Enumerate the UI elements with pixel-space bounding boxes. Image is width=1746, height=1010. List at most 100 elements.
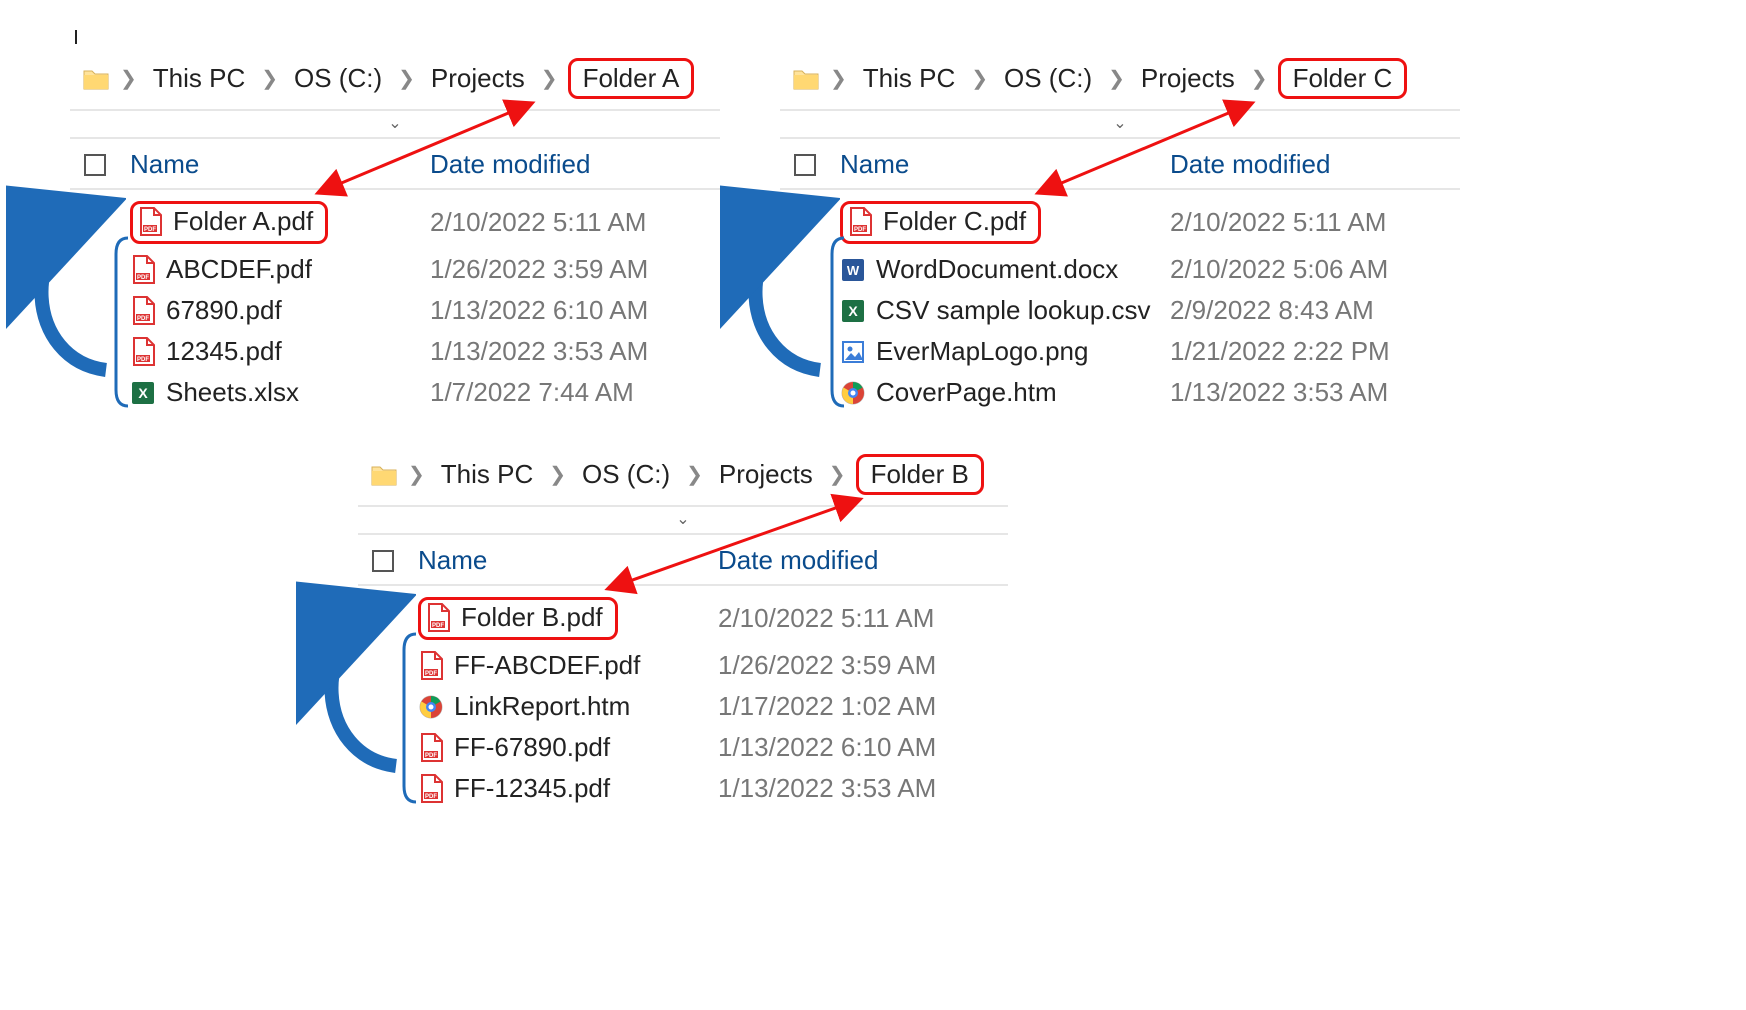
file-date: 1/7/2022 7:44 AM — [430, 377, 710, 408]
breadcrumb[interactable]: ❯ This PC ❯ OS (C:) ❯ Projects ❯ Folder … — [70, 48, 720, 111]
chevron-right-icon: ❯ — [398, 66, 415, 91]
file-row[interactable]: PDFFolder C.pdf2/10/2022 5:11 AM — [780, 196, 1460, 249]
chevron-right-icon: ❯ — [686, 462, 703, 487]
file-name: WordDocument.docx — [876, 254, 1118, 285]
pdf-file-icon: PDF — [847, 207, 873, 237]
crumb-projects[interactable]: Projects — [425, 59, 531, 98]
highlighted-output-file: PDFFolder B.pdf — [418, 597, 618, 640]
chevron-right-icon: ❯ — [829, 462, 846, 487]
svg-text:X: X — [138, 385, 148, 401]
svg-text:PDF: PDF — [425, 671, 437, 677]
file-row[interactable]: PDFFF-12345.pdf1/13/2022 3:53 AM — [358, 768, 1008, 809]
svg-text:PDF: PDF — [854, 227, 866, 233]
crumb-this-pc[interactable]: This PC — [435, 455, 539, 494]
pdf-file-icon: PDF — [425, 603, 451, 633]
svg-text:PDF: PDF — [425, 794, 437, 800]
file-date: 1/13/2022 6:10 AM — [430, 295, 710, 326]
chevron-down-icon[interactable]: ⌄ — [780, 111, 1460, 139]
file-date: 1/13/2022 3:53 AM — [430, 336, 710, 367]
file-row[interactable]: PDFFF-ABCDEF.pdf1/26/2022 3:59 AM — [358, 645, 1008, 686]
column-name[interactable]: Name — [418, 545, 718, 576]
png-file-icon — [840, 337, 866, 367]
svg-text:PDF: PDF — [144, 227, 156, 233]
column-date[interactable]: Date modified — [1170, 149, 1450, 180]
file-row[interactable]: PDF ABCDEF.pdf 1/26/2022 3:59 AM — [70, 249, 720, 290]
crumb-folder-b[interactable]: Folder B — [856, 454, 984, 495]
file-row[interactable]: PDF Folder A.pdf 2/10/2022 5:11 AM — [70, 196, 720, 249]
column-date[interactable]: Date modified — [718, 545, 998, 576]
breadcrumb[interactable]: ❯ This PC ❯ OS (C:) ❯ Projects ❯ Folder … — [780, 48, 1460, 111]
crumb-os-c[interactable]: OS (C:) — [576, 455, 676, 494]
file-name: Sheets.xlsx — [166, 377, 299, 408]
crumb-folder-c[interactable]: Folder C — [1278, 58, 1408, 99]
file-row[interactable]: PDFFF-67890.pdf1/13/2022 6:10 AM — [358, 727, 1008, 768]
chevron-right-icon: ❯ — [549, 462, 566, 487]
htm-file-icon — [418, 692, 444, 722]
file-date: 1/26/2022 3:59 AM — [430, 254, 710, 285]
column-name[interactable]: Name — [840, 149, 1170, 180]
csv-file-icon: X — [840, 296, 866, 326]
pdf-file-icon: PDF — [130, 337, 156, 367]
file-date: 1/26/2022 3:59 AM — [718, 650, 998, 681]
file-row[interactable]: PDF67890.pdf1/13/2022 6:10 AM — [70, 290, 720, 331]
crumb-this-pc[interactable]: This PC — [857, 59, 961, 98]
file-date: 1/13/2022 3:53 AM — [1170, 377, 1450, 408]
xlsx-file-icon: X — [130, 378, 156, 408]
crumb-folder-a[interactable]: Folder A — [568, 58, 695, 99]
file-date: 2/10/2022 5:11 AM — [430, 207, 710, 238]
crumb-this-pc[interactable]: This PC — [147, 59, 251, 98]
column-headers: Name Date modified — [70, 139, 720, 190]
select-all-checkbox[interactable] — [372, 550, 394, 572]
file-list: PDF Folder A.pdf 2/10/2022 5:11 AM PDF ABCDE… — [70, 190, 720, 413]
column-headers: Name Date modified — [358, 535, 1008, 586]
text-cursor — [75, 30, 77, 44]
file-name: CSV sample lookup.csv — [876, 295, 1151, 326]
file-name: LinkReport.htm — [454, 691, 630, 722]
pdf-file-icon: PDF — [130, 296, 156, 326]
column-date[interactable]: Date modified — [430, 149, 710, 180]
folder-icon — [370, 463, 398, 487]
file-row[interactable]: WWordDocument.docx2/10/2022 5:06 AM — [780, 249, 1460, 290]
file-name: EverMapLogo.png — [876, 336, 1088, 367]
file-name: ABCDEF.pdf — [166, 254, 312, 285]
file-row[interactable]: EverMapLogo.png 1/21/2022 2:22 PM — [780, 331, 1460, 372]
file-row[interactable]: LinkReport.htm1/17/2022 1:02 AM — [358, 686, 1008, 727]
file-name: Folder A.pdf — [173, 206, 313, 237]
file-row[interactable]: PDFFolder B.pdf 2/10/2022 5:11 AM — [358, 592, 1008, 645]
file-row[interactable]: CoverPage.htm1/13/2022 3:53 AM — [780, 372, 1460, 413]
column-name[interactable]: Name — [130, 149, 430, 180]
chevron-right-icon: ❯ — [1108, 66, 1125, 91]
docx-file-icon: W — [840, 255, 866, 285]
file-name: FF-67890.pdf — [454, 732, 610, 763]
pdf-file-icon: PDF — [130, 255, 156, 285]
file-row[interactable]: PDF12345.pdf1/13/2022 3:53 AM — [70, 331, 720, 372]
breadcrumb[interactable]: ❯ This PC ❯ OS (C:) ❯ Projects ❯ Folder … — [358, 444, 1008, 507]
folder-icon — [82, 67, 110, 91]
chevron-right-icon: ❯ — [1251, 66, 1268, 91]
crumb-projects[interactable]: Projects — [713, 455, 819, 494]
htm-file-icon — [840, 378, 866, 408]
pdf-file-icon: PDF — [418, 651, 444, 681]
file-date: 2/10/2022 5:11 AM — [718, 603, 998, 634]
select-all-checkbox[interactable] — [84, 154, 106, 176]
chevron-right-icon: ❯ — [408, 462, 425, 487]
svg-text:PDF: PDF — [137, 357, 149, 363]
chevron-down-icon[interactable]: ⌄ — [70, 111, 720, 139]
file-name: FF-12345.pdf — [454, 773, 610, 804]
chevron-right-icon: ❯ — [541, 66, 558, 91]
highlighted-output-file: PDFFolder C.pdf — [840, 201, 1041, 244]
svg-text:X: X — [848, 303, 858, 319]
crumb-projects[interactable]: Projects — [1135, 59, 1241, 98]
svg-text:PDF: PDF — [432, 623, 444, 629]
file-date: 1/13/2022 6:10 AM — [718, 732, 998, 763]
chevron-down-icon[interactable]: ⌄ — [358, 507, 1008, 535]
file-date: 1/21/2022 2:22 PM — [1170, 336, 1450, 367]
file-row[interactable]: XCSV sample lookup.csv2/9/2022 8:43 AM — [780, 290, 1460, 331]
crumb-os-c[interactable]: OS (C:) — [998, 59, 1098, 98]
chevron-right-icon: ❯ — [830, 66, 847, 91]
file-row[interactable]: X Sheets.xlsx 1/7/2022 7:44 AM — [70, 372, 720, 413]
crumb-os-c[interactable]: OS (C:) — [288, 59, 388, 98]
file-list: PDFFolder C.pdf2/10/2022 5:11 AM W WordDoc… — [780, 190, 1460, 413]
folder-icon — [792, 67, 820, 91]
select-all-checkbox[interactable] — [794, 154, 816, 176]
